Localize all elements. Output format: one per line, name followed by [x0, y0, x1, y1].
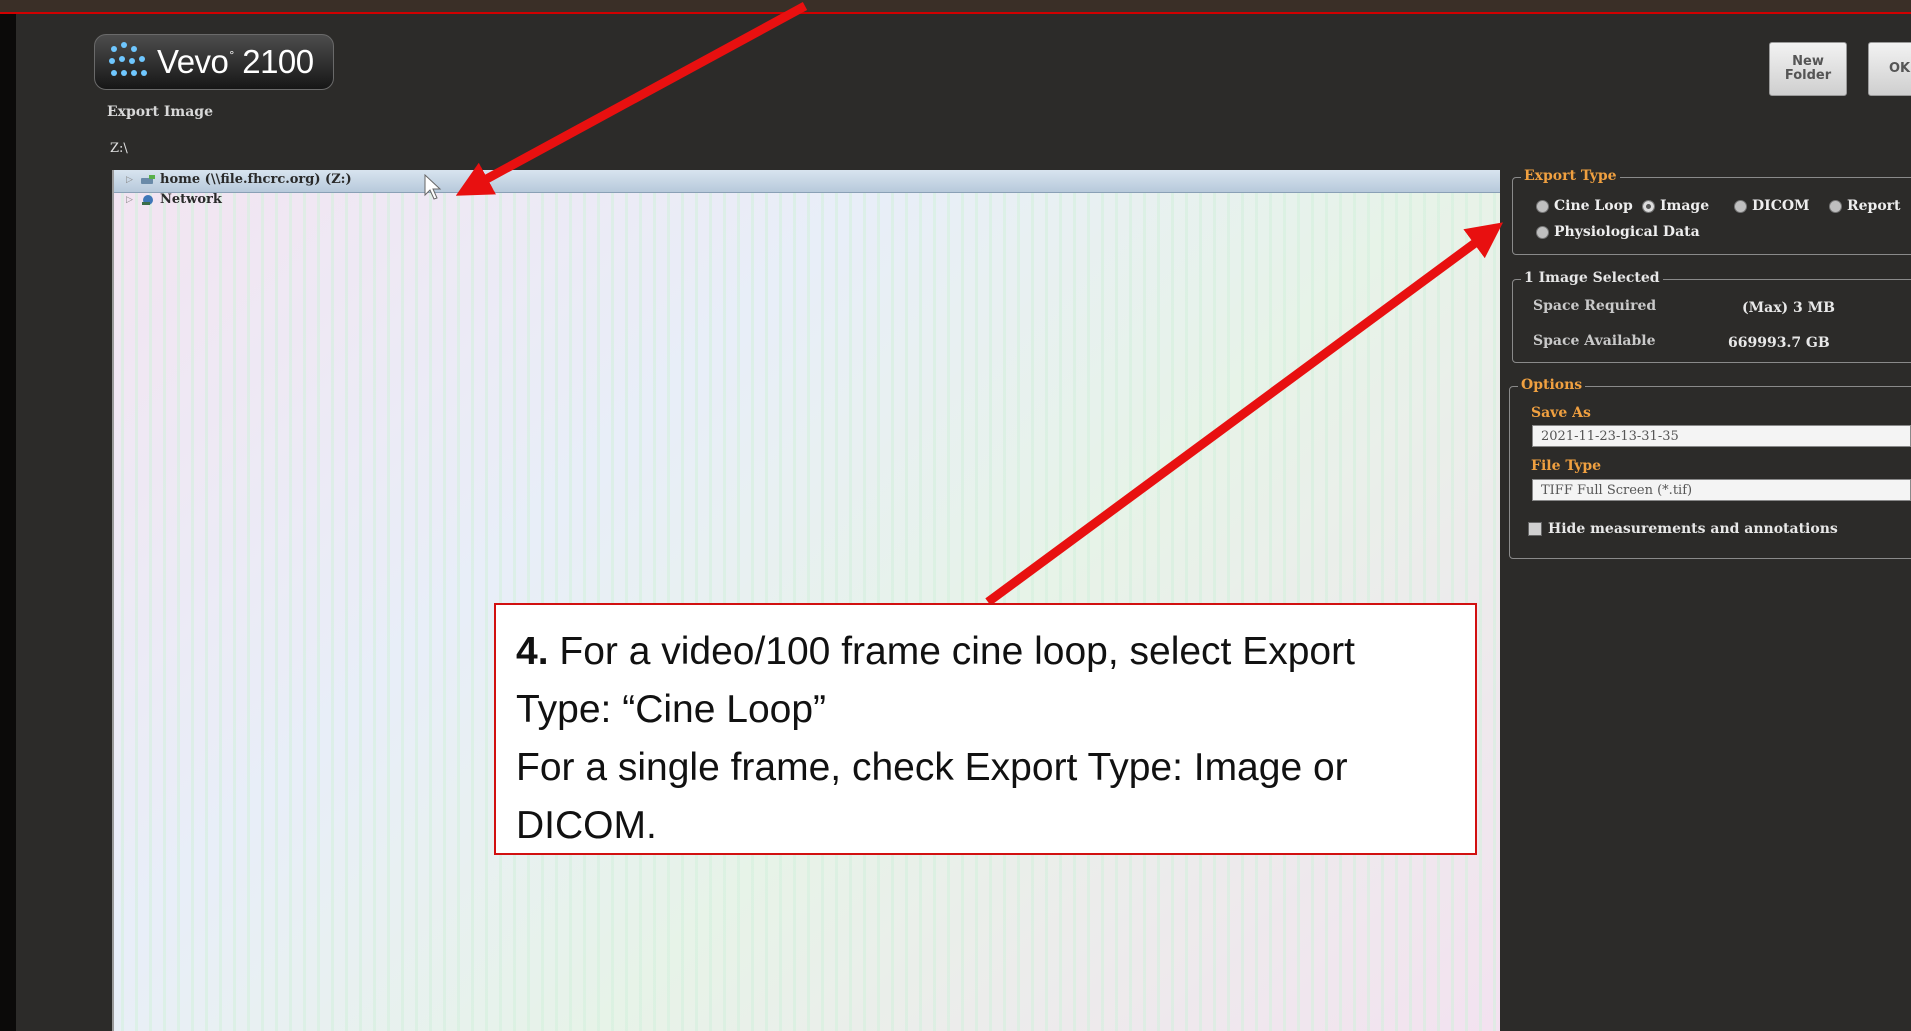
file-type-label: File Type	[1531, 458, 1602, 474]
expand-arrow-icon[interactable]: ▷	[126, 195, 136, 205]
instruction-callout: 4. For a video/100 frame cine loop, sele…	[494, 603, 1477, 855]
space-required-label: Space Required	[1533, 298, 1657, 314]
tree-item-label: Network	[160, 192, 222, 207]
logo-registered-mark: °	[229, 48, 235, 62]
radio-label: Cine Loop	[1554, 198, 1633, 214]
file-browser-pane[interactable]: ▷ home (\\file.fhcrc.org) (Z:) ▷ Network	[112, 170, 1500, 1031]
page-title: Export Image	[107, 104, 213, 120]
radio-cine-loop[interactable]: Cine Loop	[1536, 198, 1633, 214]
radio-dot-icon	[1536, 225, 1549, 239]
selection-legend: 1 Image Selected	[1521, 270, 1663, 286]
options-legend: Options	[1518, 377, 1586, 393]
logo-name: Vevo	[157, 43, 229, 80]
network-drive-icon	[141, 174, 155, 184]
expand-arrow-icon[interactable]: ▷	[126, 175, 136, 185]
selection-group: 1 Image Selected	[1512, 270, 1911, 363]
logo-dots-icon	[107, 40, 151, 84]
top-annotation-strip	[0, 0, 1911, 14]
network-icon	[142, 194, 153, 205]
radio-dot-icon	[1734, 199, 1747, 213]
space-required-value: (Max) 3 MB	[1742, 300, 1835, 316]
export-type-group: Export Type	[1512, 168, 1911, 255]
tree-item-label: home (\\file.fhcrc.org) (Z:)	[160, 172, 352, 187]
tree-item-home-drive[interactable]: ▷ home (\\file.fhcrc.org) (Z:)	[126, 172, 352, 187]
radio-label: DICOM	[1752, 198, 1810, 214]
radio-report[interactable]: Report	[1829, 198, 1901, 214]
checkbox-icon	[1528, 522, 1542, 536]
radio-image[interactable]: Image	[1642, 198, 1709, 214]
hide-measurements-checkbox[interactable]: Hide measurements and annotations	[1528, 521, 1838, 537]
radio-dot-icon	[1829, 199, 1842, 213]
callout-line-2: For a single frame, check Export Type: I…	[516, 746, 1348, 847]
save-as-label: Save As	[1531, 405, 1591, 421]
export-type-legend: Export Type	[1521, 168, 1620, 184]
mouse-cursor-icon	[424, 174, 442, 200]
ok-button[interactable]: OK	[1868, 42, 1911, 96]
save-as-input[interactable]: 2021-11-23-13-31-35	[1532, 425, 1911, 447]
callout-line-1: For a video/100 frame cine loop, select …	[516, 630, 1355, 731]
space-available-label: Space Available	[1533, 333, 1656, 349]
file-type-select[interactable]: TIFF Full Screen (*.tif)	[1532, 479, 1911, 501]
checkbox-label: Hide measurements and annotations	[1548, 521, 1838, 537]
radio-physiological-data[interactable]: Physiological Data	[1536, 224, 1700, 240]
radio-dot-selected-icon	[1642, 199, 1655, 213]
tree-item-network[interactable]: ▷ Network	[126, 192, 222, 207]
callout-step-number: 4.	[516, 630, 549, 673]
vevo-logo: Vevo ° 2100	[94, 34, 334, 90]
radio-dicom[interactable]: DICOM	[1734, 198, 1810, 214]
space-available-value: 669993.7 GB	[1728, 335, 1830, 351]
radio-label: Image	[1660, 198, 1710, 214]
new-folder-button[interactable]: New Folder	[1769, 42, 1847, 96]
logo-version: 2100	[242, 43, 314, 80]
radio-label: Report	[1847, 198, 1901, 214]
current-path: Z:\	[110, 141, 128, 156]
radio-label: Physiological Data	[1554, 224, 1700, 240]
radio-dot-icon	[1536, 199, 1549, 213]
monitor-bezel	[0, 0, 16, 1031]
